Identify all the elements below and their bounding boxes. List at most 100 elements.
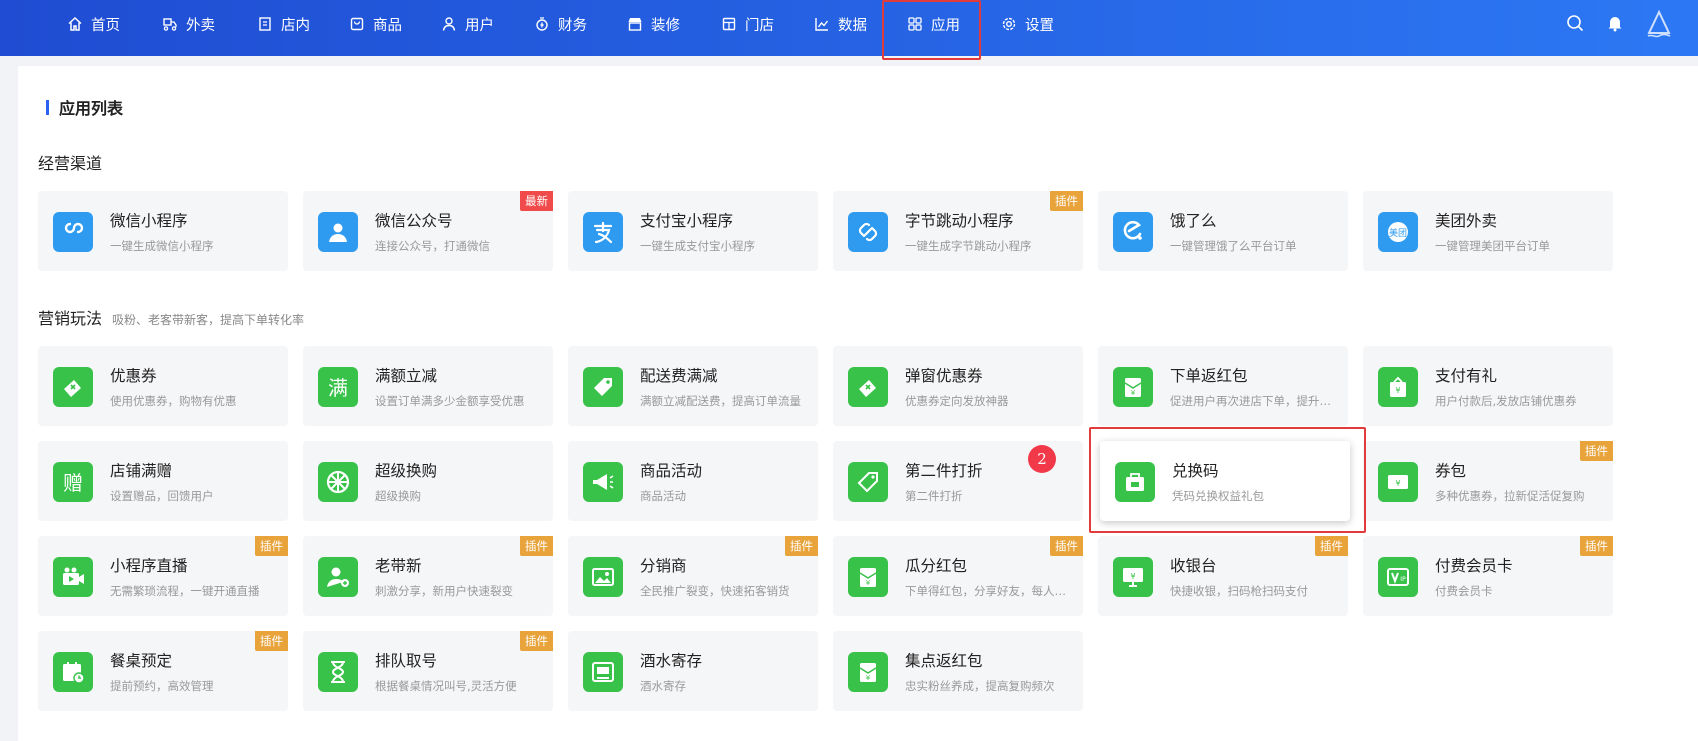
nav-item-shop[interactable]: 门店 xyxy=(721,0,774,48)
card-desc: 刺激分享，新用户快速裂变 xyxy=(375,584,513,598)
svg-text:满: 满 xyxy=(328,376,348,400)
nav-item-home[interactable]: 首页 xyxy=(67,0,120,48)
page-title-text: 应用列表 xyxy=(59,99,124,118)
nav-item-finance[interactable]: 财务 xyxy=(534,0,587,48)
nav-item-data[interactable]: 数据 xyxy=(814,0,867,48)
nav-item-user[interactable]: 用户 xyxy=(441,0,494,48)
meituan-icon: 美团 xyxy=(1378,212,1418,252)
app-card-red-packet[interactable]: ¥ 下单返红包 促进用户再次进店下单，提升复购 xyxy=(1098,346,1348,426)
nav-item-goods[interactable]: 商品 xyxy=(349,0,402,48)
app-card-cashier[interactable]: ¥ 收银台快捷收银，扫码枪扫码支付 插件 xyxy=(1098,536,1348,616)
card-desc: 付费会员卡 xyxy=(1435,584,1493,598)
card-badge: 插件 xyxy=(1580,441,1613,461)
app-card-hourglass[interactable]: 排队取号根据餐桌情况叫号,灵活方便 插件 xyxy=(303,631,553,711)
alipay-icon xyxy=(583,212,623,252)
search-icon[interactable] xyxy=(1564,12,1586,34)
data-chart-icon xyxy=(814,16,830,32)
app-card-pay-gift[interactable]: ¥ 支付有礼用户付款后,发放店铺优惠券 xyxy=(1363,346,1613,426)
section-title-text: 营销玩法 xyxy=(38,309,103,328)
card-desc: 快捷收银，扫码枪扫码支付 xyxy=(1170,584,1308,598)
nav-item-settings[interactable]: 设置 xyxy=(1001,0,1054,48)
app-card-full-reduction[interactable]: 满 满额立减设置订单满多少金额享受优惠 xyxy=(303,346,553,426)
table-booking-icon xyxy=(53,652,93,692)
card-badge: 插件 xyxy=(785,536,818,556)
decoration-icon xyxy=(627,16,643,32)
app-card-live-camera[interactable]: 小程序直播 无需繁琐流程，一键开通直播 插件 xyxy=(38,536,288,616)
hourglass-icon xyxy=(318,652,358,692)
svg-text:¥: ¥ xyxy=(866,674,871,682)
nav-item-delivery[interactable]: 外卖 xyxy=(162,0,215,48)
card-name: 分销商 xyxy=(640,557,687,575)
card-desc: 多种优惠券，拉新促活促复购 xyxy=(1435,489,1585,503)
card-desc: 优惠券定向发放神器 xyxy=(905,394,1009,408)
app-card-gift-char[interactable]: 赠 店铺满赠 设置赠品，回馈用户 xyxy=(38,441,288,521)
app-card-bytedance[interactable]: 字节跳动小程序 一键生成字节跳动小程序 插件 xyxy=(833,191,1083,271)
card-name: 小程序直播 xyxy=(110,557,188,575)
card-name: 收银台 xyxy=(1170,557,1217,575)
live-camera-icon xyxy=(53,557,93,597)
card-name: 商品活动 xyxy=(640,462,703,480)
card-desc: 根据餐桌情况叫号,灵活方便 xyxy=(375,679,517,693)
svg-text:¥: ¥ xyxy=(1131,389,1136,397)
app-card-storage[interactable]: 酒水寄存 酒水寄存 xyxy=(568,631,818,711)
coupon-pack-icon: ¥ xyxy=(1378,462,1418,502)
card-name: 满额立减 xyxy=(375,367,438,385)
app-card-points-red-packet[interactable]: ¥ 集点返红包 忠实粉丝养成，提高复购频次 xyxy=(833,631,1083,711)
card-desc: 一键生成支付宝小程序 xyxy=(640,239,755,253)
nav-label: 商品 xyxy=(373,17,402,34)
card-badge: 插件 xyxy=(1315,536,1348,556)
svg-text:¥: ¥ xyxy=(1130,572,1135,581)
app-card-megaphone[interactable]: 商品活动 商品活动 xyxy=(568,441,818,521)
app-card-coupon-pack[interactable]: ¥ 券包多种优惠券，拉新促活促复购 插件 xyxy=(1363,441,1613,521)
nav-label: 门店 xyxy=(745,17,774,34)
card-name: 超级换购 xyxy=(375,462,438,480)
referral-icon xyxy=(318,557,358,597)
card-badge: 插件 xyxy=(1050,191,1083,211)
card-name: 店铺满赠 xyxy=(110,462,173,480)
card-desc: 第二件打折 xyxy=(905,489,963,503)
app-card-alipay[interactable]: 支付宝小程序 一键生成支付宝小程序 xyxy=(568,191,818,271)
section-title-text: 经营渠道 xyxy=(38,154,103,173)
mini-program-icon xyxy=(53,212,93,252)
card-name: 券包 xyxy=(1435,462,1467,480)
card-badge: 插件 xyxy=(255,536,288,556)
app-card-vip-card[interactable]: IP 付费会员卡 付费会员卡 插件 xyxy=(1363,536,1613,616)
svg-text:¥: ¥ xyxy=(866,579,871,587)
nav-item-decoration[interactable]: 装修 xyxy=(627,0,680,48)
card-desc: 一键生成字节跳动小程序 xyxy=(905,239,1032,253)
bell-icon[interactable] xyxy=(1604,12,1626,34)
app-card-official-account[interactable]: 微信公众号 连接公众号，打通微信 最新 xyxy=(303,191,553,271)
pay-gift-icon: ¥ xyxy=(1378,367,1418,407)
card-badge: 插件 xyxy=(520,536,553,556)
vip-card-icon: IP xyxy=(1378,557,1418,597)
card-name: 餐桌预定 xyxy=(110,652,173,670)
app-card-meituan[interactable]: 美团 美团外卖 一键管理美团平台订单 xyxy=(1363,191,1613,271)
image-icon xyxy=(583,557,623,597)
card-name: 排队取号 xyxy=(375,652,438,670)
app-card-popup-coupon[interactable]: 弹窗优惠券 优惠券定向发放神器 xyxy=(833,346,1083,426)
card-name: 微信公众号 xyxy=(375,212,453,230)
discount-tag-icon xyxy=(848,462,888,502)
app-card-split-red-packet[interactable]: ¥ 瓜分红包 下单得红包，分享好友，每人瓜分 插件 xyxy=(833,536,1083,616)
app-card-mini-program[interactable]: 微信小程序 一键生成微信小程序 xyxy=(38,191,288,271)
app-card-exchange-wheel[interactable]: 超级换购 超级换购 xyxy=(303,441,553,521)
shop-icon xyxy=(721,16,737,32)
app-card-referral[interactable]: 老带新 刺激分享，新用户快速裂变 插件 xyxy=(303,536,553,616)
app-card-eleme[interactable]: 饿了么 一键管理饿了么平台订单 xyxy=(1098,191,1348,271)
card-desc: 一键管理美团平台订单 xyxy=(1435,239,1550,253)
card-desc: 用户付款后,发放店铺优惠券 xyxy=(1435,394,1577,408)
card-desc: 促进用户再次进店下单，提升复购 xyxy=(1170,394,1342,408)
card-desc: 设置订单满多少金额享受优惠 xyxy=(375,394,525,408)
step-marker-2: 2 xyxy=(1028,445,1056,473)
app-card-delivery-fee-tag[interactable]: 配送费满减 满额立减配送费，提高订单流量 xyxy=(568,346,818,426)
avatar[interactable] xyxy=(1645,8,1673,40)
app-card-coupon[interactable]: 优惠券 使用优惠券，购物有优惠 xyxy=(38,346,288,426)
nav-label: 装修 xyxy=(651,17,680,34)
card-name: 支付有礼 xyxy=(1435,367,1498,385)
app-card-table-booking[interactable]: 餐桌预定 提前预约，高效管理 插件 xyxy=(38,631,288,711)
card-badge: 插件 xyxy=(520,631,553,651)
exchange-wheel-icon xyxy=(318,462,358,502)
nav-item-store-inside[interactable]: 店内 xyxy=(257,0,310,48)
app-card-image[interactable]: 分销商 全民推广裂变，快速拓客销货 插件 xyxy=(568,536,818,616)
card-desc: 酒水寄存 xyxy=(640,679,686,693)
